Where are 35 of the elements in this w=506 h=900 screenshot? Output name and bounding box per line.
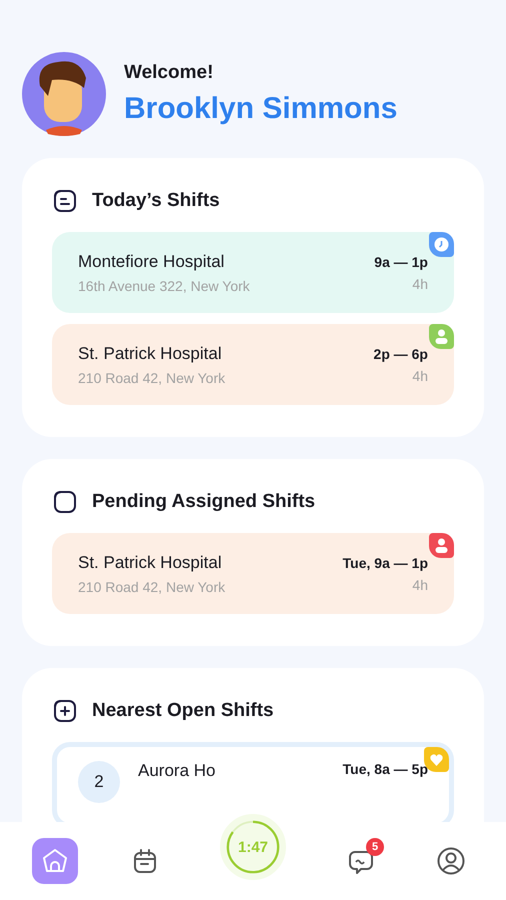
shift-time: 9a — 1p bbox=[374, 254, 428, 270]
hospital-address: 210 Road 42, New York bbox=[78, 370, 226, 386]
home-tab[interactable] bbox=[32, 838, 78, 884]
hospital-address: 210 Road 42, New York bbox=[78, 578, 226, 594]
timer-value: 1:47 bbox=[238, 838, 268, 856]
shift-time: Tue, 8a — 5p bbox=[342, 761, 428, 777]
calendar-icon bbox=[131, 847, 159, 875]
shift-card[interactable]: St. Patrick Hospital 210 Road 42, New York Tue, 9a — 1p 4h bbox=[52, 533, 454, 614]
shift-duration: 4h bbox=[412, 576, 428, 592]
shift-card[interactable]: 2 Aurora Ho Tue, 8a — 5p bbox=[52, 742, 454, 822]
hospital-name: St. Patrick Hospital bbox=[78, 344, 223, 364]
section-title: Nearest Open Shifts bbox=[92, 700, 274, 722]
unread-count: 5 bbox=[366, 838, 384, 856]
shift-duration: 4h bbox=[412, 276, 428, 292]
section-title: Today’s Shifts bbox=[92, 190, 220, 212]
plus-icon bbox=[52, 698, 78, 724]
hospital-name: St. Patrick Hospital bbox=[78, 552, 223, 572]
hospital-name: Montefiore Hospital bbox=[78, 252, 226, 272]
section-title: Pending Assigned Shifts bbox=[92, 491, 316, 513]
shift-card[interactable]: Montefiore Hospital 16th Avenue 322, New York 9a — 1p 4h bbox=[52, 232, 454, 313]
shift-card[interactable]: St. Patrick Hospital 210 Road 42, New York 2p — 6p 4h bbox=[52, 324, 454, 405]
notes-icon bbox=[52, 188, 78, 214]
shift-time: 2p — 6p bbox=[374, 346, 428, 362]
chat-tab[interactable]: 5 bbox=[338, 838, 384, 884]
profile-icon bbox=[436, 846, 466, 876]
shift-duration: 4h bbox=[412, 368, 428, 384]
shift-time: Tue, 9a — 1p bbox=[342, 554, 428, 570]
user-name: Brooklyn Simmons bbox=[124, 92, 398, 126]
shift-number: 2 bbox=[78, 761, 120, 803]
square-icon bbox=[52, 489, 78, 515]
welcome-text: Welcome! bbox=[124, 62, 214, 84]
hospital-address: 16th Avenue 322, New York bbox=[78, 278, 251, 294]
progress-ring bbox=[226, 820, 280, 874]
home-icon bbox=[41, 847, 69, 875]
hospital-name: Aurora Ho bbox=[138, 761, 216, 781]
